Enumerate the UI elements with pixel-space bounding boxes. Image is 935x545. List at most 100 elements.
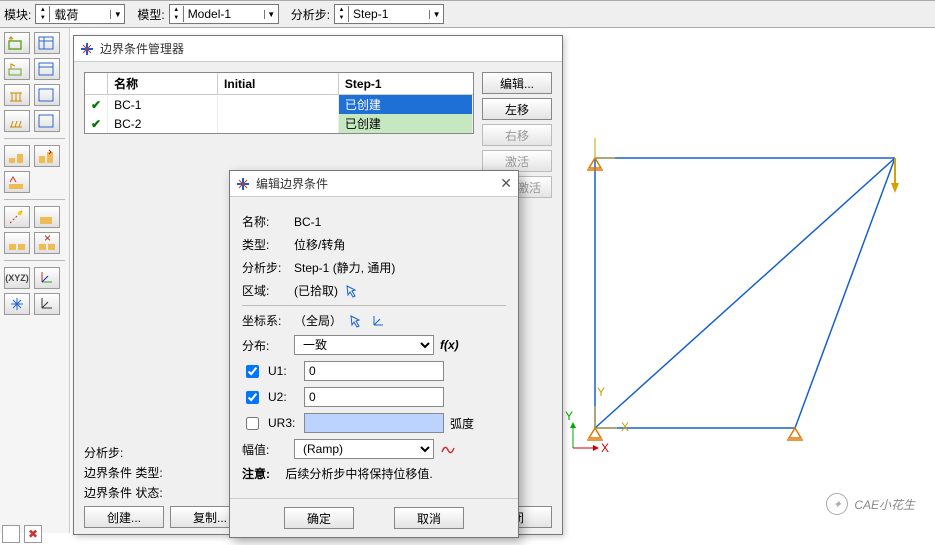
module-selector[interactable]: ▲▼ 载荷 ▼ — [35, 4, 125, 24]
step-info-label: 分析步: — [84, 444, 123, 461]
edit-bc-dialog: 编辑边界条件 ✕ 名称:BC-1 类型:位移/转角 分析步:Step-1 (静力… — [229, 170, 519, 538]
csys-tool-icon[interactable]: (XYZ) — [4, 267, 30, 289]
col-initial[interactable]: Initial — [218, 73, 339, 95]
status-box-icon[interactable]: ✖ — [24, 525, 42, 543]
state-info-label: 边界条件 状态: — [84, 484, 163, 501]
u2-label: U2: — [268, 390, 298, 404]
tool-icon[interactable] — [34, 206, 60, 228]
tool-icon[interactable] — [4, 171, 30, 193]
tool-icon[interactable] — [4, 84, 30, 106]
triad-tool-icon[interactable] — [34, 267, 60, 289]
spin-up-icon[interactable]: ▲ — [36, 6, 49, 14]
fx-icon[interactable]: f(x) — [440, 338, 459, 352]
note-text: 后续分析步中将保持位移值. — [285, 465, 432, 482]
app-icon — [80, 42, 94, 56]
bc-name: BC-1 — [108, 95, 218, 115]
tool-icon[interactable] — [4, 110, 30, 132]
move-left-button[interactable]: 左移 — [482, 98, 552, 120]
tool-icon[interactable] — [4, 293, 30, 315]
csys-label: 坐标系: — [242, 312, 288, 329]
context-bar: 模块: ▲▼ 载荷 ▼ 模型: ▲▼ Model-1 ▼ 分析步: ▲▼ Ste… — [0, 0, 935, 28]
distribution-select[interactable]: 一致 — [294, 335, 434, 355]
spin-up-icon[interactable]: ▲ — [335, 6, 348, 14]
step-label: 分析步: — [242, 259, 288, 276]
u2-checkbox[interactable] — [246, 391, 259, 404]
tool-icon[interactable] — [34, 110, 60, 132]
model-label: 模型: — [137, 6, 164, 23]
chevron-down-icon[interactable]: ▼ — [264, 10, 278, 19]
spin-down-icon[interactable]: ▼ — [36, 14, 49, 22]
dialog-title: 边界条件管理器 — [100, 40, 556, 57]
bc-table[interactable]: 名称 Initial Step-1 ✔ BC-1 已创建 ✔ BC-2 已创建 — [84, 72, 474, 134]
step-value: Step-1 — [349, 7, 429, 21]
dist-label: 分布: — [242, 337, 288, 354]
ur3-label: UR3: — [268, 416, 298, 430]
type-value: 位移/转角 — [294, 236, 345, 253]
amplitude-select[interactable]: (Ramp) — [294, 439, 434, 459]
name-value: BC-1 — [294, 215, 321, 229]
datum-point-tool-icon[interactable] — [4, 206, 30, 228]
spin-down-icon[interactable]: ▼ — [335, 14, 348, 22]
table-row[interactable]: ✔ BC-1 已创建 — [85, 95, 473, 115]
radians-label: 弧度 — [450, 415, 474, 432]
cancel-button[interactable]: 取消 — [394, 507, 464, 529]
col-name[interactable]: 名称 — [108, 73, 218, 95]
type-info-label: 边界条件 类型: — [84, 464, 163, 481]
u1-input[interactable] — [304, 361, 444, 381]
check-icon: ✔ — [85, 114, 108, 133]
activate-button[interactable]: 激活 — [482, 150, 552, 172]
move-right-button[interactable]: 右移 — [482, 124, 552, 146]
axis-x-label: X — [601, 441, 609, 455]
titlebar[interactable]: 编辑边界条件 ✕ — [230, 171, 518, 197]
tool-icon[interactable] — [34, 145, 60, 167]
close-icon[interactable]: ✕ — [500, 175, 512, 192]
module-value: 载荷 — [50, 6, 110, 23]
u2-input[interactable] — [304, 387, 444, 407]
step-selector[interactable]: ▲▼ Step-1 ▼ — [334, 4, 444, 24]
tool-icon[interactable] — [4, 58, 30, 80]
ur3-checkbox[interactable] — [246, 417, 259, 430]
status-box-icon[interactable] — [2, 525, 20, 543]
bc-manager-tool-icon[interactable] — [34, 32, 60, 54]
model-sketch: YX Y X — [565, 138, 925, 468]
svg-text:×: × — [44, 235, 51, 245]
tool-icon[interactable] — [34, 58, 60, 80]
amplitude-curve-icon[interactable] — [440, 441, 456, 457]
check-icon: ✔ — [85, 95, 108, 115]
amp-label: 幅值: — [242, 441, 288, 458]
model-selector[interactable]: ▲▼ Model-1 ▼ — [169, 4, 279, 24]
u1-checkbox[interactable] — [246, 365, 259, 378]
spin-up-icon[interactable]: ▲ — [170, 6, 183, 14]
tool-icon[interactable] — [34, 293, 60, 315]
tool-icon[interactable]: × — [34, 232, 60, 254]
ok-button[interactable]: 确定 — [284, 507, 354, 529]
region-label: 区域: — [242, 282, 288, 299]
pick-arrow-icon[interactable] — [344, 283, 360, 299]
app-icon — [236, 177, 250, 191]
pick-arrow-icon[interactable] — [348, 313, 364, 329]
axis-y-label: Y — [565, 409, 573, 423]
model-value: Model-1 — [184, 7, 264, 21]
tool-icon[interactable] — [34, 84, 60, 106]
triad-icon[interactable] — [370, 313, 386, 329]
region-value: (已拾取) — [294, 282, 338, 299]
tool-icon[interactable] — [4, 232, 30, 254]
table-row[interactable]: ✔ BC-2 已创建 — [85, 114, 473, 133]
load-tool-icon[interactable] — [4, 32, 30, 54]
titlebar[interactable]: 边界条件管理器 — [74, 36, 562, 62]
tool-palette: × (XYZ) — [0, 28, 70, 533]
tool-icon[interactable] — [4, 145, 30, 167]
module-label: 模块: — [4, 6, 31, 23]
chevron-down-icon[interactable]: ▼ — [110, 10, 124, 19]
status-strip: ✖ — [2, 525, 42, 543]
create-button[interactable]: 创建... — [84, 506, 164, 528]
type-label: 类型: — [242, 236, 288, 253]
chevron-down-icon[interactable]: ▼ — [429, 10, 443, 19]
table-header-row: 名称 Initial Step-1 — [85, 73, 473, 95]
ur3-input[interactable] — [304, 413, 444, 433]
spin-down-icon[interactable]: ▼ — [170, 14, 183, 22]
step-label: 分析步: — [291, 6, 330, 23]
edit-button[interactable]: 编辑... — [482, 72, 552, 94]
note-label: 注意: — [242, 465, 270, 482]
col-step1[interactable]: Step-1 — [338, 73, 472, 95]
